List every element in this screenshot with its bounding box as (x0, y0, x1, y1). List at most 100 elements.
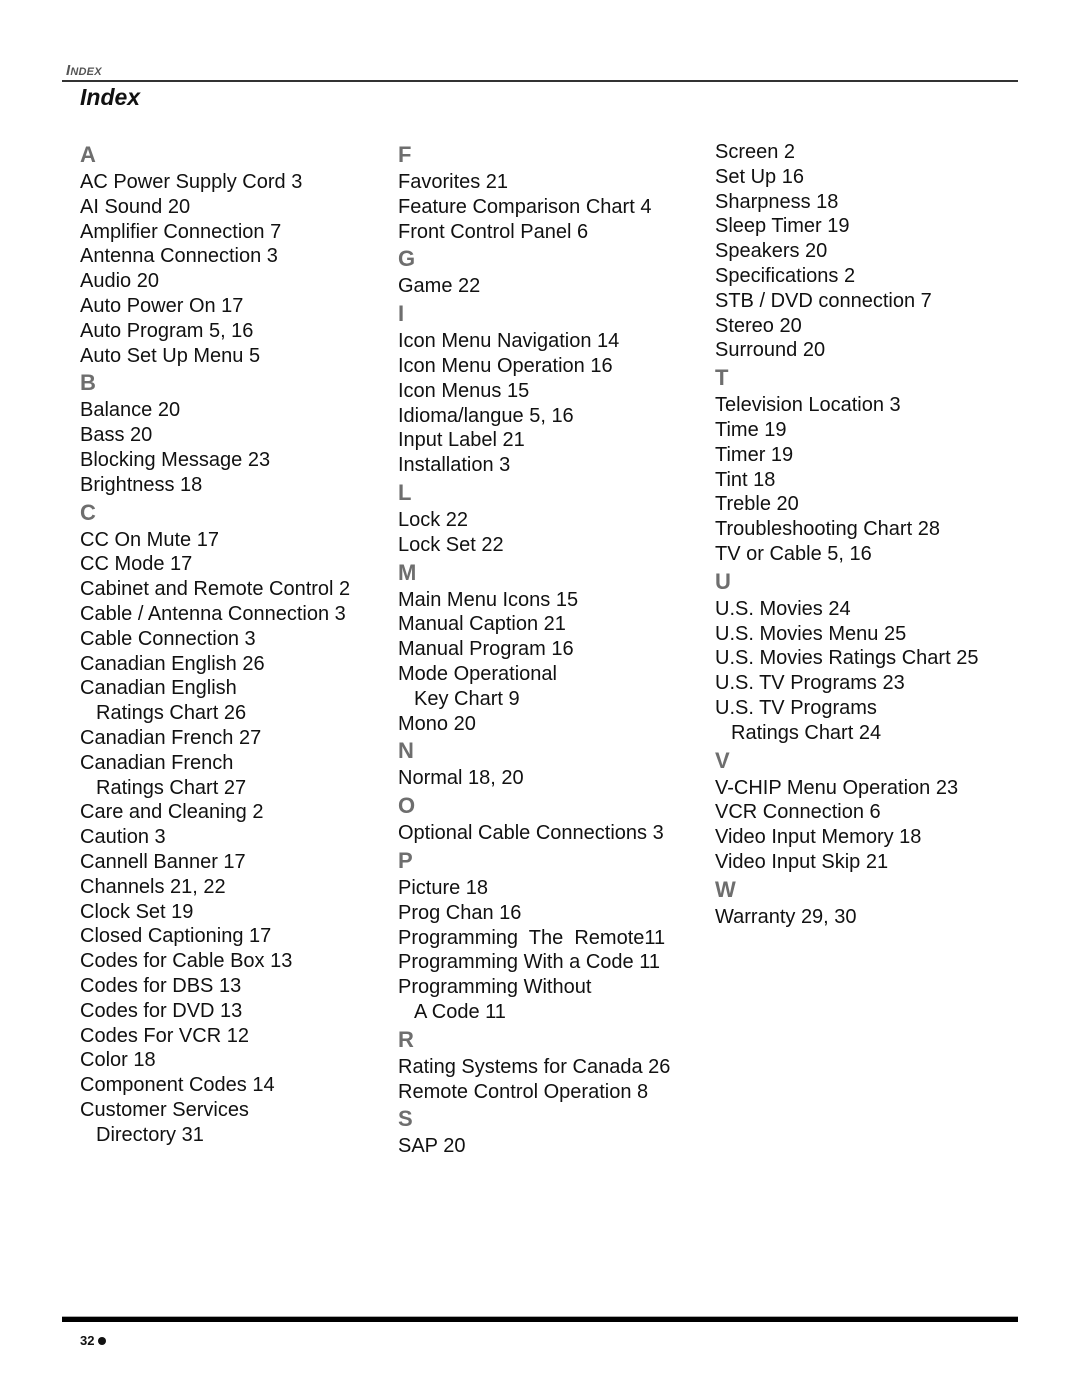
index-entry-continuation: A Code 11 (414, 1000, 506, 1023)
index-entry-text: Video Input Skip 21 (715, 850, 889, 873)
index-entry: Picture 18 (398, 876, 670, 901)
index-entry: CC Mode 17 (80, 552, 350, 577)
index-entry: Manual Program 16 (398, 637, 670, 662)
index-entry: Auto Program 5, 16 (80, 319, 350, 344)
index-entry: Auto Power On 17 (80, 294, 350, 319)
index-entry-text: Time 19 (715, 418, 787, 441)
index-entry-text: CC On Mute 17 (80, 528, 219, 551)
index-entry-text: Game 22 (398, 275, 481, 298)
index-entry: VCR Connection 6 (715, 800, 978, 825)
index-entry-continuation: Ratings Chart 26 (96, 702, 247, 725)
index-entry: Surround 20 (715, 338, 978, 363)
index-entry: Icon Menu Navigation 14 (398, 329, 670, 354)
index-entry-text: U.S. Movies 24 (715, 597, 851, 620)
index-entry: Normal 18, 20 (398, 766, 670, 791)
index-entry-text: Speakers 20 (715, 240, 828, 263)
index-entry-text: Feature Comparison Chart 4 (398, 195, 652, 218)
section-letter: O (398, 793, 416, 819)
index-entry: Time 19 (715, 418, 978, 443)
index-entry-text: Main Menu Icons 15 (398, 588, 579, 611)
index-entry-text: Television Location 3 (715, 394, 901, 417)
index-entry: Troubleshooting Chart 28 (715, 517, 978, 542)
index-entry-text: Tint 18 (715, 468, 776, 491)
index-entry: Television Location 3 (715, 393, 978, 418)
index-entry-text: Manual Program 16 (398, 638, 574, 661)
index-entry-text: Cable / Antenna Connection 3 (80, 602, 346, 625)
index-entry-text: Auto Set Up Menu 5 (80, 344, 261, 367)
index-entry: Remote Control Operation 8 (398, 1080, 670, 1105)
index-entry: Cabinet and Remote Control 2 (80, 577, 350, 602)
index-entry-text: Codes for DBS 13 (80, 974, 242, 997)
index-entry: U.S. TV Programs Ratings Chart 24 (715, 696, 978, 746)
section-letter: R (398, 1026, 414, 1052)
index-entry: STB / DVD connection 7 (715, 289, 978, 314)
index-entry: Set Up 16 (715, 165, 978, 190)
index-entry: AC Power Supply Cord 3 (80, 170, 350, 195)
index-entry: Clock Set 19 (80, 900, 350, 925)
index-entry-text: Color 18 (80, 1049, 156, 1072)
index-entry-text: Mode Operational (398, 662, 557, 685)
index-entry: Optional Cable Connections 3 (398, 821, 670, 846)
index-entry-continuation: Directory 31 (96, 1123, 204, 1146)
index-entry-text: Caution 3 (80, 826, 166, 849)
index-entry-text: U.S. TV Programs (715, 696, 877, 719)
index-entry: Game 22 (398, 274, 670, 299)
section-letter: U (715, 568, 731, 594)
page-number-text: 32 (80, 1333, 95, 1348)
section-letter: A (80, 142, 96, 167)
index-entry-continuation: Ratings Chart 24 (731, 721, 882, 744)
index-entry: Front Control Panel 6 (398, 220, 670, 245)
index-entry-text: AC Power Supply Cord 3 (80, 171, 303, 193)
index-entry-text: Blocking Message 23 (80, 448, 271, 471)
index-entry: U.S. Movies 24 (715, 597, 978, 622)
index-entry: U.S. Movies Ratings Chart 25 (715, 646, 978, 671)
index-column-2: F Favorites 21 Feature Comparison Chart 4F… (398, 140, 670, 1159)
section-letter: P (398, 847, 413, 873)
section-letter: I (398, 301, 405, 327)
index-entry-text: Programming Without (398, 976, 592, 999)
index-entry: TV or Cable 5, 16 (715, 542, 978, 567)
index-entry-text: Brightness 18 (80, 473, 203, 496)
index-entry: Color 18 (80, 1048, 350, 1073)
index-entry: Programming The Remote11 (398, 926, 670, 951)
index-entry-text: Stereo 20 (715, 314, 802, 337)
index-entry: Icon Menus 15 (398, 379, 670, 404)
index-column-1: A AC Power Supply Cord 3 AI Sound 20 Amplif… (80, 140, 350, 1147)
index-entry: Auto Set Up Menu 5 (80, 344, 350, 369)
index-entry: Prog Chan 16 (398, 901, 670, 926)
index-entry-text: Front Control Panel 6 (398, 220, 589, 243)
index-entry-text: Codes for Cable Box 13 (80, 950, 293, 973)
index-entry-text: Input Label 21 (398, 429, 525, 452)
index-entry: Canadian English Ratings Chart 26 (80, 676, 350, 726)
index-entry: Care and Cleaning 2 (80, 800, 350, 825)
index-entry: Favorites 21 (398, 170, 670, 195)
index-entry-text: Normal 18, 20 (398, 767, 524, 790)
index-entry: Codes for DVD 13 (80, 999, 350, 1024)
index-entry-text: SAP 20 (398, 1135, 466, 1158)
index-entry-text: Timer 19 (715, 443, 794, 466)
index-entry: Video Input Memory 18 (715, 825, 978, 850)
index-entry-text: Sleep Timer 19 (715, 215, 850, 238)
index-entry-text: CC Mode 17 (80, 553, 193, 576)
page-title: Index (80, 84, 141, 110)
index-entry-text: Cable Connection 3 (80, 627, 256, 650)
index-entry-text: Bass 20 (80, 424, 153, 447)
index-entry: Lock 22 (398, 508, 670, 533)
index-entry: Rating Systems for Canada 26 (398, 1055, 670, 1080)
index-entry-continuation: Key Chart 9 (414, 687, 520, 710)
section-letter: T (715, 365, 729, 391)
index-entry-text: STB / DVD connection 7 (715, 289, 932, 312)
index-entry-continuation: Ratings Chart 27 (96, 776, 247, 799)
index-entry: Input Label 21 (398, 428, 670, 453)
index-entry-text: Troubleshooting Chart 28 (715, 518, 940, 541)
index-entry: Caution 3 (80, 825, 350, 850)
index-entry-text: TV or Cable 5, 16 (715, 542, 872, 565)
section-letter: N (398, 738, 414, 764)
index-entry: Closed Captioning 17 (80, 924, 350, 949)
index-entry-text: Codes For VCR 12 (80, 1024, 249, 1047)
section-letter: C (80, 499, 96, 525)
index-entry: Sleep Timer 19 (715, 214, 978, 239)
index-entry-text: Set Up 16 (715, 165, 804, 188)
index-entry-text: V-CHIP Menu Operation 23 (715, 776, 959, 799)
page-number: 32 (80, 1333, 107, 1348)
